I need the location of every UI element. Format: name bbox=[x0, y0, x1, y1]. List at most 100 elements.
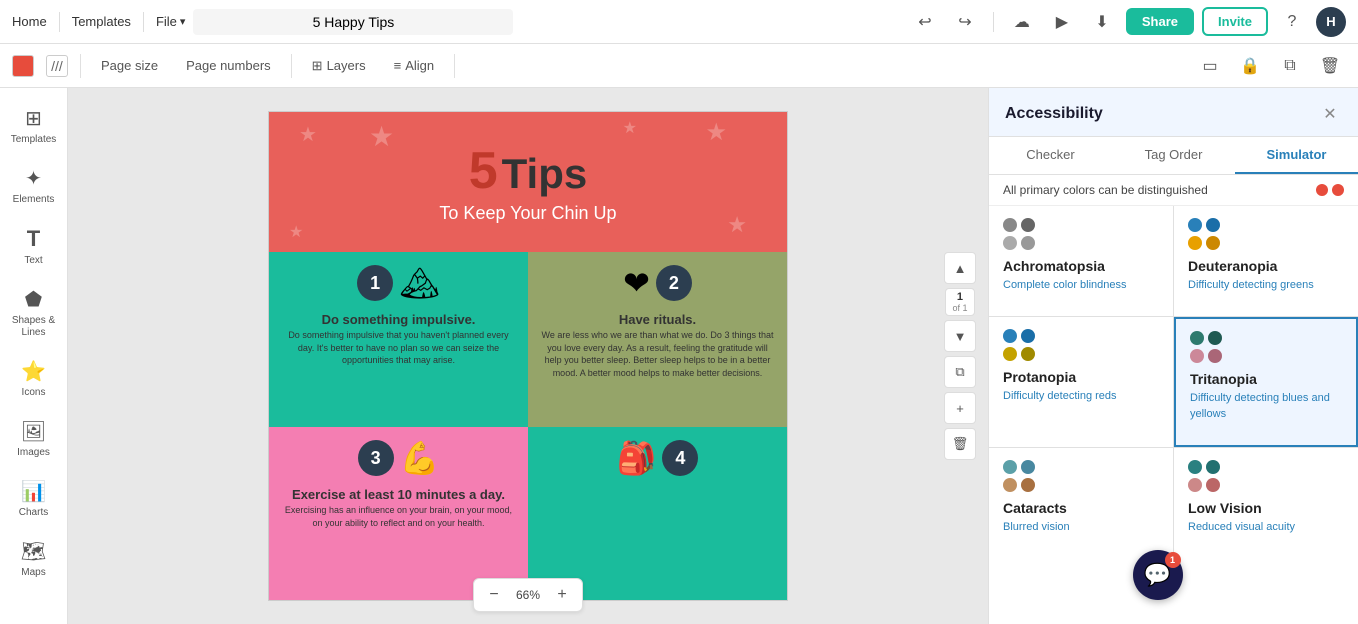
tip3-icon: 💪 bbox=[400, 439, 440, 477]
deuteranopia-desc: Difficulty detecting greens bbox=[1188, 278, 1344, 293]
page-numbers-button[interactable]: Page numbers bbox=[178, 54, 279, 77]
panel-close-button[interactable]: ✕ bbox=[1318, 102, 1342, 126]
copy-button[interactable]: ⧉ bbox=[1274, 50, 1306, 82]
avatar[interactable]: H bbox=[1316, 7, 1346, 37]
protanopia-dots bbox=[1003, 329, 1043, 361]
sidebar-item-text-label: Text bbox=[24, 255, 42, 267]
copy-page-button[interactable]: ⧉ bbox=[944, 356, 976, 388]
delete-button[interactable]: 🗑 bbox=[1314, 50, 1346, 82]
status-dot-1 bbox=[1316, 184, 1328, 196]
sidebar-item-icons[interactable]: ⭐ Icons bbox=[5, 351, 63, 407]
infographic-title-text: Tips bbox=[502, 150, 588, 198]
pattern-picker[interactable]: /// bbox=[46, 55, 68, 77]
infographic-subtitle: To Keep Your Chin Up bbox=[439, 203, 616, 224]
star-decoration: ★ bbox=[299, 122, 317, 147]
tip3-cell: 3 💪 Exercise at least 10 minutes a day. … bbox=[269, 427, 528, 601]
achromatopsia-desc: Complete color blindness bbox=[1003, 278, 1159, 293]
vision-low-vision[interactable]: Low Vision Reduced visual acuity bbox=[1174, 448, 1358, 558]
tip2-heading: Have rituals. bbox=[619, 312, 696, 327]
chat-bubble-button[interactable]: 💬 1 bbox=[1133, 550, 1183, 600]
sidebar-item-templates[interactable]: ⊞ Templates bbox=[5, 98, 63, 154]
panel-header: Accessibility ✕ bbox=[989, 88, 1358, 137]
sidebar-item-images[interactable]: 🖼 Images bbox=[5, 411, 63, 467]
nav-separator3 bbox=[993, 12, 994, 32]
tab-checker[interactable]: Checker bbox=[989, 137, 1112, 174]
help-button[interactable]: ? bbox=[1276, 6, 1308, 38]
tip1-badge: 1 bbox=[357, 265, 393, 301]
tip1-body: Do something impulsive that you haven't … bbox=[279, 329, 518, 367]
vision-deuteranopia[interactable]: Deuteranopia Difficulty detecting greens bbox=[1174, 206, 1358, 316]
tip4-badge: 4 bbox=[662, 440, 698, 476]
page-size-button[interactable]: Page size bbox=[93, 54, 166, 77]
tritanopia-title: Tritanopia bbox=[1190, 371, 1342, 387]
sidebar-item-elements[interactable]: ✦ Elements bbox=[5, 158, 63, 214]
lock-button[interactable]: 🔒 bbox=[1234, 50, 1266, 82]
vision-cataracts[interactable]: Cataracts Blurred vision bbox=[989, 448, 1173, 558]
nav-file-menu[interactable]: File ▾ bbox=[156, 14, 185, 29]
sidebar-item-maps-label: Maps bbox=[21, 567, 45, 579]
star-decoration: ★ bbox=[289, 222, 303, 242]
icons-icon: ⭐ bbox=[21, 359, 46, 384]
templates-icon: ⊞ bbox=[25, 106, 42, 131]
undo-button[interactable]: ↩ bbox=[909, 6, 941, 38]
sidebar-item-elements-label: Elements bbox=[13, 194, 55, 206]
vision-achromatopsia[interactable]: Achromatopsia Complete color blindness bbox=[989, 206, 1173, 316]
add-page-button[interactable]: + bbox=[944, 392, 976, 424]
sidebar-item-images-label: Images bbox=[17, 447, 50, 459]
sidebar-item-text[interactable]: T Text bbox=[5, 218, 63, 275]
sidebar-item-icons-label: Icons bbox=[22, 387, 46, 399]
accessibility-panel: Accessibility ✕ Checker Tag Order Simula… bbox=[988, 88, 1358, 624]
star-decoration: ★ bbox=[369, 120, 394, 153]
main-area: ⊞ Templates ✦ Elements T Text ⬟ Shapes &… bbox=[0, 88, 1358, 624]
scroll-up-button[interactable]: ▲ bbox=[944, 252, 976, 284]
align-icon: ≡ bbox=[394, 58, 402, 73]
sidebar-item-maps[interactable]: 🗺 Maps bbox=[5, 531, 63, 587]
layers-button[interactable]: ⊞ Layers bbox=[304, 54, 374, 78]
top-navigation: Home Templates File ▾ ↩ ↪ ☁ ▶ ⬇ Share In… bbox=[0, 0, 1358, 44]
align-button[interactable]: ≡ Align bbox=[386, 54, 443, 77]
star-decoration: ★ bbox=[705, 118, 727, 147]
canvas-area: ★ ★ ★ ★ ★ ★ 5 Tips To Keep Your Chin Up … bbox=[68, 88, 988, 624]
toolbar-divider2 bbox=[291, 54, 292, 78]
infographic-title-row: 5 Tips bbox=[469, 141, 588, 201]
tritanopia-dots bbox=[1190, 331, 1230, 363]
vision-type-grid: Achromatopsia Complete color blindness D… bbox=[989, 206, 1358, 558]
redo-button[interactable]: ↪ bbox=[949, 6, 981, 38]
tip4-cell: 🎒 4 bbox=[528, 427, 787, 601]
tip1-icon: 🏔 bbox=[399, 264, 440, 302]
zoom-in-button[interactable]: + bbox=[550, 583, 574, 607]
vision-protanopia[interactable]: Protanopia Difficulty detecting reds bbox=[989, 317, 1173, 447]
page-indicator: 1 of 1 bbox=[945, 288, 974, 316]
present-button[interactable]: ▶ bbox=[1046, 6, 1078, 38]
status-dots bbox=[1316, 184, 1344, 196]
sidebar-item-shapes[interactable]: ⬟ Shapes & Lines bbox=[5, 279, 63, 347]
toolbar-divider3 bbox=[454, 54, 455, 78]
zoom-out-button[interactable]: − bbox=[482, 583, 506, 607]
canvas-right-controls: ▲ 1 of 1 ▼ ⧉ + 🗑 bbox=[944, 252, 976, 460]
vision-tritanopia[interactable]: Tritanopia Difficulty detecting blues an… bbox=[1174, 317, 1358, 447]
achromatopsia-title: Achromatopsia bbox=[1003, 258, 1159, 274]
invite-button[interactable]: Invite bbox=[1202, 7, 1268, 36]
fill-color-picker[interactable] bbox=[12, 55, 34, 77]
document-title-input[interactable] bbox=[193, 9, 513, 35]
scroll-down-button[interactable]: ▼ bbox=[944, 320, 976, 352]
panel-status-bar: All primary colors can be distinguished bbox=[989, 175, 1358, 206]
tip2-icon: ❤ bbox=[623, 264, 650, 302]
cataracts-desc: Blurred vision bbox=[1003, 520, 1159, 535]
tip2-badge: 2 bbox=[656, 265, 692, 301]
share-button[interactable]: Share bbox=[1126, 8, 1194, 35]
delete-page-button[interactable]: 🗑 bbox=[944, 428, 976, 460]
frame-button[interactable]: ▭ bbox=[1194, 50, 1226, 82]
tab-simulator[interactable]: Simulator bbox=[1235, 137, 1358, 174]
sidebar-item-charts[interactable]: 📊 Charts bbox=[5, 471, 63, 527]
achromatopsia-dots bbox=[1003, 218, 1043, 250]
download-button[interactable]: ⬇ bbox=[1086, 6, 1118, 38]
infographic-canvas[interactable]: ★ ★ ★ ★ ★ ★ 5 Tips To Keep Your Chin Up … bbox=[268, 111, 788, 601]
cloud-save-button[interactable]: ☁ bbox=[1006, 6, 1038, 38]
nav-templates[interactable]: Templates bbox=[72, 14, 131, 29]
nav-home[interactable]: Home bbox=[12, 14, 47, 29]
nav-separator2 bbox=[143, 12, 144, 32]
tab-tag-order[interactable]: Tag Order bbox=[1112, 137, 1235, 174]
zoom-level: 66% bbox=[510, 588, 546, 602]
star-decoration: ★ bbox=[623, 118, 637, 138]
